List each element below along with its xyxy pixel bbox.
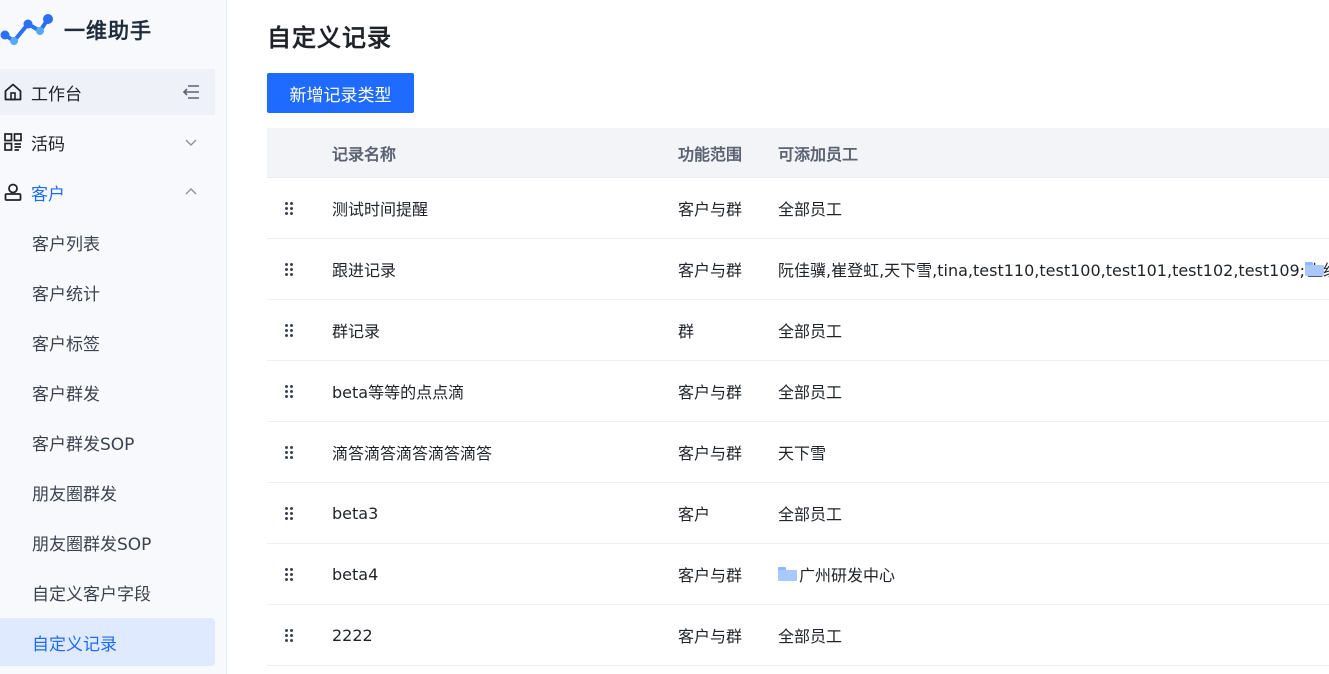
department-label: 广州研发中心 (799, 566, 896, 585)
table-row[interactable]: beta3 客户 全部员工 (267, 483, 1329, 544)
staff-list-text: 阮佳骥,崔登虹,天下雪,tina,test110,test100,test101… (778, 261, 1306, 280)
table-row[interactable]: 测试时间提醒 客户与群 全部员工 (267, 178, 1329, 239)
drag-handle-icon[interactable] (267, 445, 332, 459)
column-header-scope: 功能范围 (678, 144, 743, 164)
record-scope: 客户 (678, 505, 711, 524)
table-row[interactable]: beta等等的点点滴 客户与群 全部员工 (267, 361, 1329, 422)
sidebar-group-customer[interactable]: 客户 (0, 169, 215, 215)
sidebar-item-customer-broadcast[interactable]: 客户群发 (0, 368, 215, 416)
record-scope: 客户与群 (678, 566, 743, 585)
record-name: 滴答滴答滴答滴答滴答 (332, 444, 493, 463)
column-header-name: 记录名称 (332, 144, 397, 164)
page-title: 自定义记录 (267, 24, 392, 52)
record-scope: 客户与群 (678, 383, 743, 402)
qrcode-icon (2, 131, 24, 153)
sidebar-item-moments-broadcast[interactable]: 朋友圈群发 (0, 468, 215, 516)
table-row[interactable]: 滴答滴答滴答滴答滴答 客户与群 天下雪 (267, 422, 1329, 483)
drag-handle-icon[interactable] (267, 567, 332, 581)
record-staff: 全部员工 (778, 322, 843, 341)
main-content: 自定义记录 新增记录类型 记录名称 功能范围 可添加员工 测试时间提醒 客户与群… (227, 0, 1329, 674)
table-row[interactable]: 群记录 群 全部员工 (267, 300, 1329, 361)
sidebar: 一维助手 工作台 活码 客户 客户列表 客户统计 客户标签 客户群发 客户群发S… (0, 0, 227, 674)
sidebar-item-customer-stats[interactable]: 客户统计 (0, 268, 215, 316)
record-name: beta等等的点点滴 (332, 383, 465, 402)
record-scope: 客户与群 (678, 627, 743, 646)
record-staff: 天下雪 (778, 444, 827, 463)
column-header-staff: 可添加员工 (778, 144, 859, 164)
record-staff: 全部员工 (778, 627, 843, 646)
sidebar-item-label: 客户 (31, 184, 65, 205)
drag-handle-icon[interactable] (267, 384, 332, 398)
sidebar-item-custom-records[interactable]: 自定义记录 (0, 618, 215, 666)
record-name: beta3 (332, 503, 379, 523)
record-name: 测试时间提醒 (332, 200, 429, 219)
sidebar-item-customer-tags[interactable]: 客户标签 (0, 318, 215, 366)
record-scope: 群 (678, 322, 695, 341)
add-record-type-button[interactable]: 新增记录类型 (267, 73, 414, 113)
sidebar-item-customer-list[interactable]: 客户列表 (0, 218, 215, 266)
chevron-down-icon (181, 132, 201, 152)
drag-handle-icon[interactable] (267, 262, 332, 276)
record-scope: 客户与群 (678, 200, 743, 219)
drag-handle-icon[interactable] (267, 506, 332, 520)
logo-icon (0, 14, 53, 45)
home-icon (2, 81, 24, 103)
sidebar-group-livecode[interactable]: 活码 (0, 119, 215, 165)
records-table: 记录名称 功能范围 可添加员工 测试时间提醒 客户与群 全部员工 跟进记录 客户… (267, 128, 1329, 666)
table-row[interactable]: beta4 客户与群 广州研发中心 (267, 544, 1329, 605)
record-name: 2222 (332, 625, 373, 645)
record-scope: 客户与群 (678, 261, 743, 280)
folder-icon (778, 567, 797, 581)
table-row[interactable]: 2222 客户与群 全部员工 (267, 605, 1329, 666)
sidebar-item-moments-broadcast-sop[interactable]: 朋友圈群发SOP (0, 518, 215, 566)
drag-handle-icon[interactable] (267, 323, 332, 337)
record-name: 群记录 (332, 322, 381, 341)
collapse-sidebar-icon[interactable] (181, 82, 201, 102)
table-header: 记录名称 功能范围 可添加员工 (267, 128, 1329, 178)
record-staff: 广州研发中心 (778, 562, 1329, 586)
record-name: 跟进记录 (332, 261, 397, 280)
sidebar-item-workbench[interactable]: 工作台 (0, 69, 215, 115)
record-scope: 客户与群 (678, 444, 743, 463)
record-name: beta4 (332, 564, 379, 584)
drag-handle-icon[interactable] (267, 628, 332, 642)
app-logo[interactable]: 一维助手 (0, 10, 152, 50)
record-staff: 全部员工 (778, 505, 843, 524)
record-staff: 全部员工 (778, 200, 843, 219)
record-staff: 阮佳骥,崔登虹,天下雪,tina,test110,test100,test101… (778, 257, 1329, 281)
table-row[interactable]: 跟进记录 客户与群 阮佳骥,崔登虹,天下雪,tina,test110,test1… (267, 239, 1329, 300)
sidebar-item-label: 活码 (31, 134, 65, 155)
drag-handle-icon[interactable] (267, 201, 332, 215)
chevron-up-icon (181, 182, 201, 202)
app-name: 一维助手 (64, 19, 152, 43)
sidebar-item-label: 工作台 (31, 84, 82, 105)
record-staff: 全部员工 (778, 383, 843, 402)
sidebar-item-customer-broadcast-sop[interactable]: 客户群发SOP (0, 418, 215, 466)
user-icon (2, 181, 24, 203)
sidebar-item-custom-fields[interactable]: 自定义客户字段 (0, 568, 215, 616)
